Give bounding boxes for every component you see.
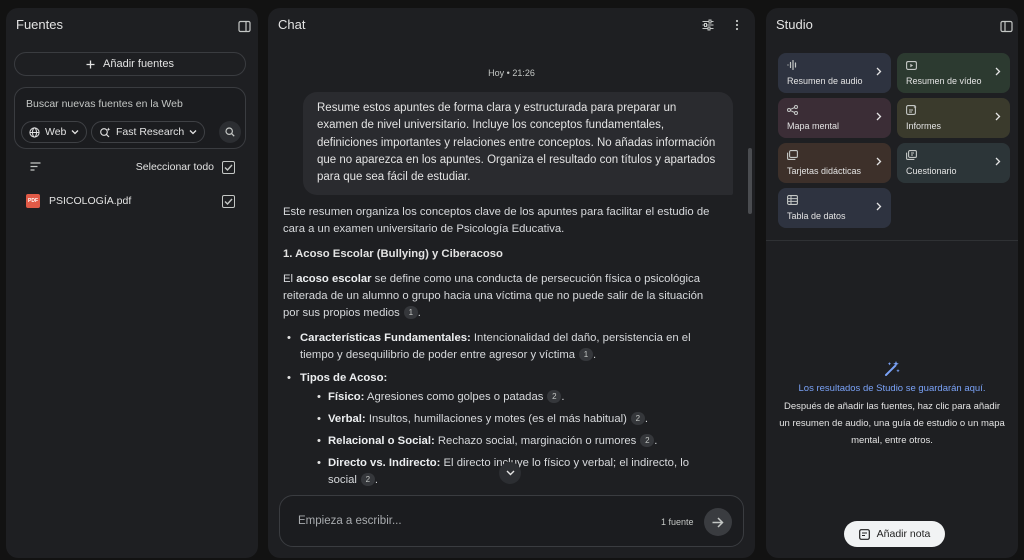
chevron-right-icon (876, 202, 882, 211)
sort-icon[interactable] (30, 162, 41, 171)
select-all-label: Seleccionar todo (135, 161, 214, 173)
citation-chip[interactable]: 1 (579, 348, 594, 361)
chevron-right-icon (995, 157, 1001, 166)
chat-input[interactable]: Empieza a escribir... (298, 515, 402, 527)
definition-term: acoso escolar (296, 273, 372, 285)
web-source-dropdown[interactable]: Web (21, 121, 88, 143)
studio-empty-state: Los resultados de Studio se guardarán aq… (766, 360, 1018, 449)
audio-wave-icon (787, 60, 798, 70)
assistant-response: Este resumen organiza los conceptos clav… (283, 204, 718, 494)
reports-tile[interactable]: Informes (897, 98, 1010, 138)
source-count: 1 fuente (661, 517, 694, 527)
report-icon (906, 105, 917, 115)
search-icon (225, 127, 235, 137)
chevron-down-icon (189, 129, 197, 135)
list-item: Características Fundamentales: Intencion… (283, 330, 718, 364)
web-chip-label: Web (45, 126, 67, 138)
chat-title: Chat (278, 17, 306, 32)
web-search-input[interactable]: Buscar nuevas fuentes en la Web (26, 98, 183, 110)
collapse-panel-icon[interactable] (998, 18, 1014, 34)
tile-label: Informes (906, 121, 942, 131)
research-mode-dropdown[interactable]: Fast Research (91, 121, 206, 143)
magic-wand-icon (766, 360, 1018, 378)
add-sources-button[interactable]: Añadir fuentes (14, 52, 246, 76)
studio-divider (766, 240, 1018, 241)
tile-label: Resumen de vídeo (906, 76, 982, 86)
tune-icon[interactable] (700, 17, 716, 33)
select-all-row: Seleccionar todo (6, 158, 258, 178)
chevron-down-icon (506, 470, 515, 476)
studio-title: Studio (776, 17, 813, 32)
source-checkbox[interactable] (222, 195, 235, 208)
sub-list-item: Verbal: Insultos, humillaciones y motes … (300, 411, 718, 428)
chevron-right-icon (876, 67, 882, 76)
user-message: Resume estos apuntes de forma clara y es… (303, 92, 733, 196)
more-vertical-icon[interactable] (729, 17, 745, 33)
tile-label: Tabla de datos (787, 211, 846, 221)
add-sources-label: Añadir fuentes (103, 58, 174, 70)
tile-label: Tarjetas didácticas (787, 166, 862, 176)
quiz-icon (906, 150, 917, 160)
globe-icon (29, 126, 40, 138)
research-sparkle-icon (99, 127, 111, 138)
flashcards-icon (787, 150, 798, 160)
message-timestamp: Hoy • 21:26 (488, 68, 535, 78)
plus-icon (86, 60, 95, 69)
empty-state-title: Los resultados de Studio se guardarán aq… (798, 383, 986, 394)
tile-label: Mapa mental (787, 121, 840, 131)
data-table-tile[interactable]: Tabla de datos (778, 188, 891, 228)
sub-list-item: Relacional o Social: Rechazo social, mar… (300, 433, 718, 450)
flashcards-tile[interactable]: Tarjetas didácticas (778, 143, 891, 183)
arrow-right-icon (712, 516, 724, 528)
chat-scrollbar[interactable] (748, 148, 752, 214)
response-intro: Este resumen organiza los conceptos clav… (283, 206, 710, 235)
add-note-button[interactable]: Añadir nota (844, 521, 945, 547)
chat-composer[interactable]: Empieza a escribir... 1 fuente (279, 495, 744, 547)
chevron-right-icon (876, 112, 882, 121)
chevron-down-icon (71, 129, 79, 135)
research-chip-label: Fast Research (116, 126, 185, 138)
citation-chip[interactable]: 1 (403, 306, 418, 319)
chat-panel: Chat Hoy • 21:26 Resume estos apuntes de… (268, 8, 755, 558)
chat-messages[interactable]: Hoy • 21:26 Resume estos apuntes de form… (268, 48, 755, 494)
chevron-right-icon (995, 112, 1001, 121)
audio-overview-tile[interactable]: Resumen de audio (778, 53, 891, 93)
section-heading: 1. Acoso Escolar (Bullying) y Ciberacoso (283, 248, 503, 260)
add-note-label: Añadir nota (876, 528, 931, 540)
citation-chip[interactable]: 2 (630, 412, 645, 425)
chevron-right-icon (876, 157, 882, 166)
collapse-panel-icon[interactable] (236, 18, 252, 34)
definition-paragraph: El acoso escolar se define como una cond… (283, 273, 704, 319)
select-all-checkbox[interactable] (222, 161, 235, 174)
empty-state-description: Después de añadir las fuentes, haz clic … (779, 401, 1005, 446)
note-icon (858, 528, 870, 540)
send-button[interactable] (704, 508, 732, 536)
sources-panel: Fuentes Añadir fuentes Buscar nuevas fue… (6, 8, 258, 558)
video-overview-tile[interactable]: Resumen de vídeo (897, 53, 1010, 93)
source-item[interactable]: PDF PSICOLOGÍA.pdf (6, 192, 258, 212)
source-name: PSICOLOGÍA.pdf (49, 195, 132, 207)
tile-label: Cuestionario (906, 166, 957, 176)
scroll-to-bottom-button[interactable] (499, 462, 521, 484)
mind-map-tile[interactable]: Mapa mental (778, 98, 891, 138)
chevron-right-icon (995, 67, 1001, 76)
quiz-tile[interactable]: Cuestionario (897, 143, 1010, 183)
sub-list-item: Físico: Agresiones como golpes o patadas… (300, 389, 718, 406)
video-icon (906, 60, 917, 70)
citation-chip[interactable]: 2 (360, 473, 375, 486)
mind-map-icon (787, 105, 798, 115)
web-search-box: Buscar nuevas fuentes en la Web Web Fast… (14, 87, 246, 149)
citation-chip[interactable]: 2 (547, 390, 562, 403)
pdf-icon: PDF (26, 194, 40, 208)
citation-chip[interactable]: 2 (640, 434, 655, 447)
sources-title: Fuentes (16, 17, 63, 32)
tile-label: Resumen de audio (787, 76, 863, 86)
studio-panel: Studio Resumen de audio Resumen de vídeo… (766, 8, 1018, 558)
search-submit-button[interactable] (219, 121, 241, 143)
table-icon (787, 195, 798, 205)
